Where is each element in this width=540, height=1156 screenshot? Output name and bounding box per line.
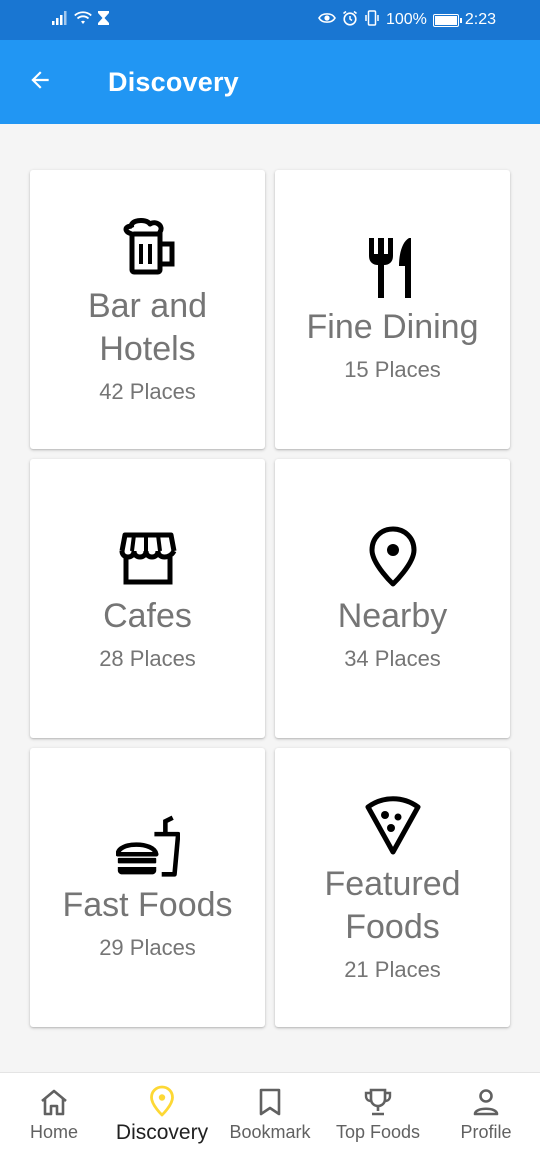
category-count: 42 Places <box>99 378 196 404</box>
back-button[interactable] <box>0 40 84 124</box>
nav-label: Bookmark <box>229 1122 311 1142</box>
location-pin-icon <box>361 525 425 589</box>
hourglass-icon <box>98 10 109 30</box>
storefront-icon <box>116 525 180 589</box>
nav-label: Discovery <box>115 1120 209 1144</box>
category-count: 15 Places <box>344 357 441 382</box>
trophy-icon <box>362 1086 394 1118</box>
arrow-back-icon <box>27 67 53 98</box>
beer-mug-icon <box>116 215 180 279</box>
nav-item-profile[interactable]: Profile <box>432 1073 540 1156</box>
eye-icon <box>318 11 336 29</box>
nav-label: Top Foods <box>335 1122 421 1142</box>
nav-item-home[interactable]: Home <box>0 1073 108 1156</box>
wifi-icon <box>74 10 92 30</box>
nav-label: Profile <box>460 1122 512 1142</box>
bottom-navigation: Home Discovery Bookmark Top Foods Profil… <box>0 1072 540 1156</box>
category-count: 34 Places <box>344 646 441 671</box>
category-title: Featured Foods <box>324 864 461 946</box>
category-count: 29 Places <box>99 935 196 960</box>
status-bar: 100% 2:23 <box>0 0 540 40</box>
category-title: Nearby <box>337 597 448 635</box>
fork-knife-icon <box>361 236 425 300</box>
category-count: 28 Places <box>99 646 196 671</box>
category-card-fast-foods[interactable]: Fast Foods 29 Places <box>30 748 265 1027</box>
home-icon <box>38 1086 70 1118</box>
category-title: Fast Foods <box>62 886 233 924</box>
nav-label: Home <box>29 1122 78 1142</box>
person-icon <box>470 1086 502 1118</box>
nav-item-top-foods[interactable]: Top Foods <box>324 1073 432 1156</box>
signal-icon <box>52 10 68 30</box>
vibrate-icon <box>364 9 380 31</box>
category-card-cafes[interactable]: Cafes 28 Places <box>30 459 265 738</box>
category-card-nearby[interactable]: Nearby 34 Places <box>275 459 510 738</box>
category-count: 21 Places <box>344 956 441 982</box>
status-icons-right: 100% 2:23 <box>318 9 496 31</box>
location-pin-icon <box>146 1085 178 1117</box>
category-title: Fine Dining <box>306 308 479 346</box>
pizza-slice-icon <box>361 793 425 857</box>
nav-item-bookmark[interactable]: Bookmark <box>216 1073 324 1156</box>
fastfood-icon <box>115 814 180 878</box>
category-grid: Bar and Hotels 42 Places Fine Dining 15 … <box>30 170 510 1027</box>
bookmark-icon <box>254 1086 286 1118</box>
app-bar: Discovery <box>0 40 540 124</box>
clock: 2:23 <box>464 11 496 28</box>
nav-item-discovery[interactable]: Discovery <box>108 1073 216 1156</box>
category-card-bar-and-hotels[interactable]: Bar and Hotels 42 Places <box>30 170 265 449</box>
category-card-fine-dining[interactable]: Fine Dining 15 Places <box>275 170 510 449</box>
battery-icon <box>432 13 462 27</box>
alarm-icon <box>342 10 358 31</box>
category-title: Bar and Hotels <box>87 286 208 368</box>
status-icons-left <box>52 10 109 30</box>
page-title: Discovery <box>108 66 239 97</box>
category-title: Cafes <box>103 597 192 635</box>
battery-percent: 100% <box>385 11 427 28</box>
category-card-featured-foods[interactable]: Featured Foods 21 Places <box>275 748 510 1027</box>
